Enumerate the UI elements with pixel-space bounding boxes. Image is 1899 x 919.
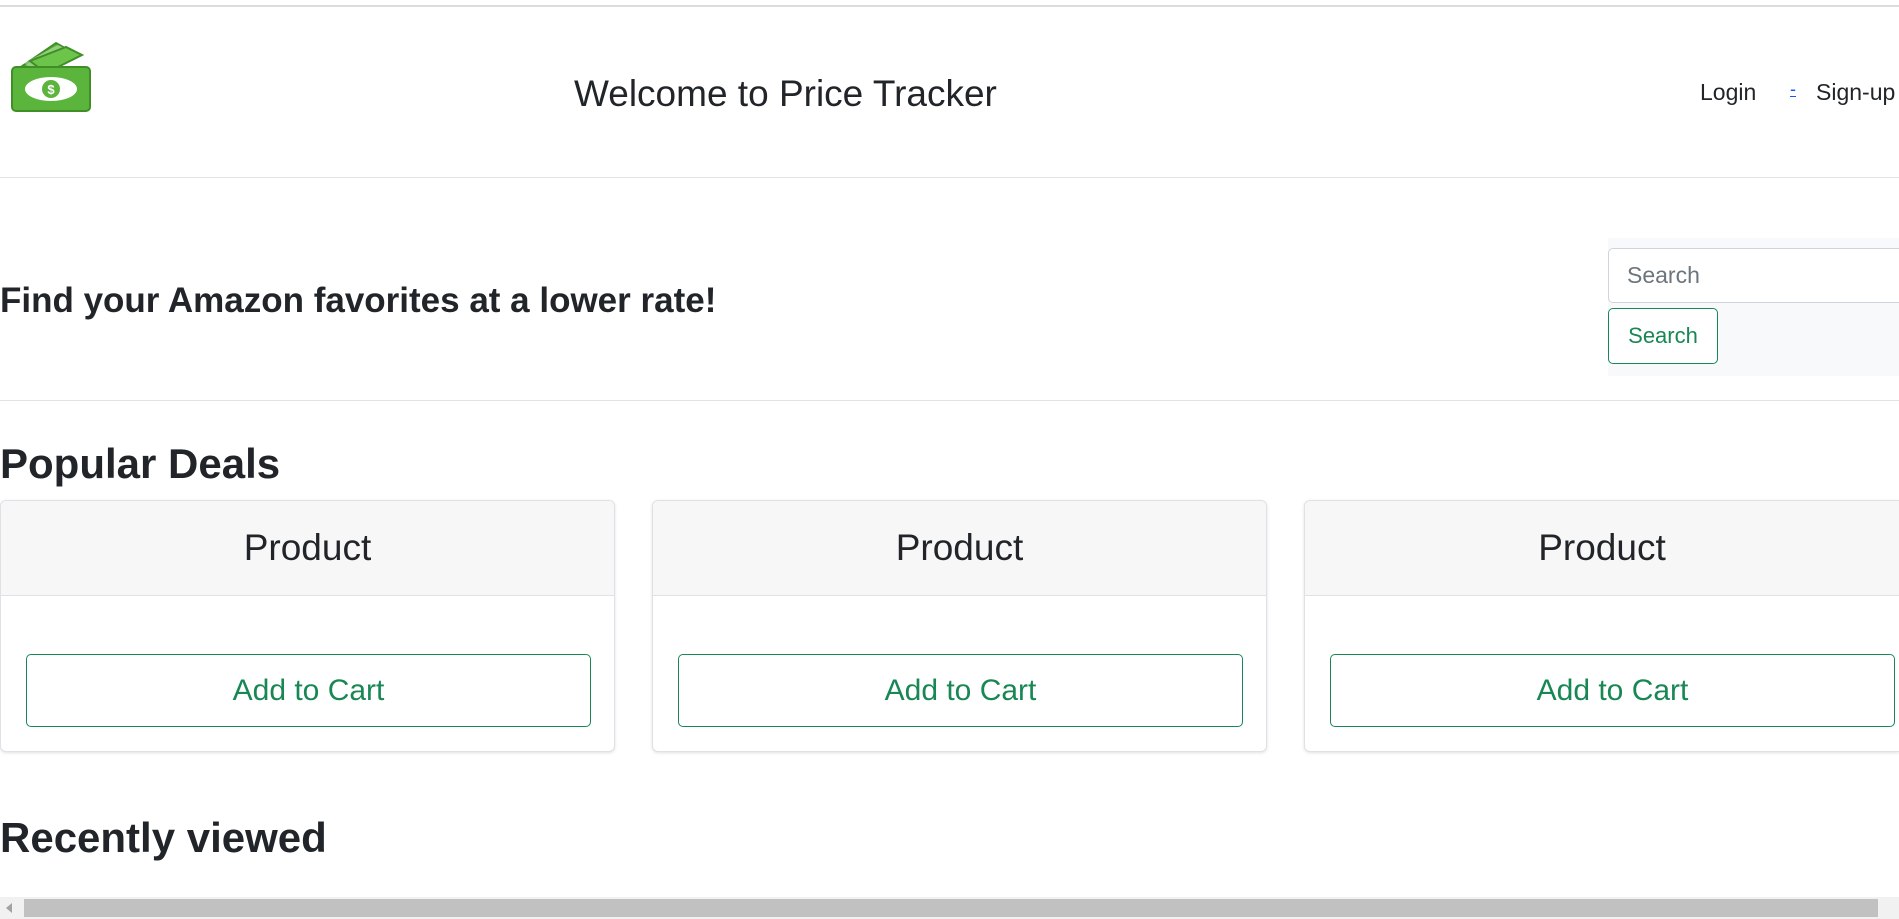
product-card: Product Add to Cart bbox=[652, 500, 1267, 752]
product-card-title: Product bbox=[1305, 501, 1899, 596]
search-input[interactable] bbox=[1608, 248, 1899, 303]
login-link[interactable]: Login bbox=[1700, 79, 1756, 106]
product-card: Product Add to Cart bbox=[1304, 500, 1899, 752]
scroll-left-arrow-icon[interactable] bbox=[6, 903, 12, 913]
horizontal-scrollbar[interactable] bbox=[0, 897, 1899, 919]
add-to-cart-button[interactable]: Add to Cart bbox=[26, 654, 591, 727]
logo-dollar-sign: $ bbox=[47, 82, 55, 97]
popular-deals-heading: Popular Deals bbox=[0, 440, 281, 487]
search-form: Search bbox=[1608, 238, 1899, 376]
signup-link[interactable]: Sign-up bbox=[1816, 79, 1895, 106]
hero-section: Find your Amazon favorites at a lower ra… bbox=[0, 178, 1899, 401]
add-to-cart-button[interactable]: Add to Cart bbox=[678, 654, 1243, 727]
recently-viewed-heading: Recently viewed bbox=[0, 814, 327, 861]
add-to-cart-button[interactable]: Add to Cart bbox=[1330, 654, 1895, 727]
money-stack-icon[interactable]: $ bbox=[10, 41, 96, 113]
hero-tagline: Find your Amazon favorites at a lower ra… bbox=[0, 281, 717, 320]
page: $ Welcome to Price Tracker Login - Sign-… bbox=[0, 0, 1899, 919]
search-button[interactable]: Search bbox=[1608, 308, 1718, 364]
nav-separator-link[interactable]: - bbox=[1790, 79, 1796, 100]
page-title: Welcome to Price Tracker bbox=[574, 73, 997, 114]
scrollbar-thumb[interactable] bbox=[24, 899, 1878, 917]
product-card-title: Product bbox=[653, 501, 1266, 596]
product-card-title: Product bbox=[1, 501, 614, 596]
site-header: $ Welcome to Price Tracker Login - Sign-… bbox=[0, 7, 1899, 178]
product-card: Product Add to Cart bbox=[0, 500, 615, 752]
